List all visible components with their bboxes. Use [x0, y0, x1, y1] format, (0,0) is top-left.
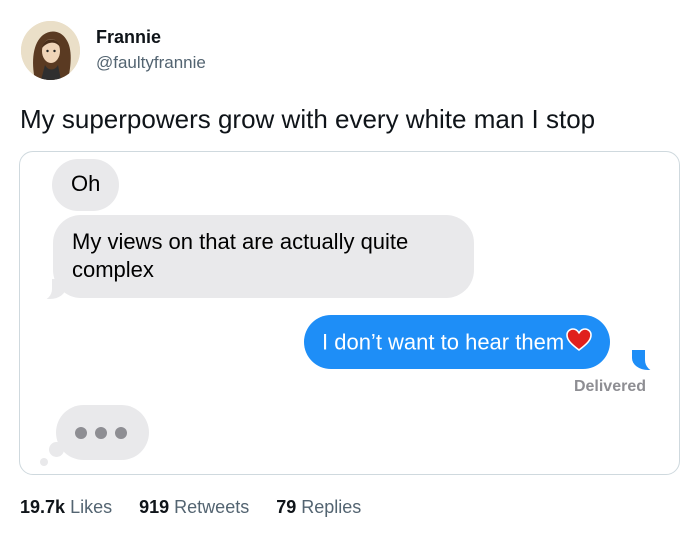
avatar-illustration: [21, 21, 80, 80]
likes-stat[interactable]: 19.7k Likes: [20, 497, 112, 518]
tweet-stats: 19.7k Likes 919 Retweets 79 Replies: [20, 497, 383, 518]
message-text: I don’t want to hear them: [322, 329, 565, 355]
typing-tail-dot: [49, 442, 64, 457]
display-name[interactable]: Frannie: [96, 27, 161, 48]
avatar[interactable]: [21, 21, 80, 80]
user-handle[interactable]: @faultyfrannie: [96, 53, 206, 73]
red-heart-icon: [566, 328, 592, 359]
replies-count: 79: [276, 497, 297, 517]
typing-dot-icon: [95, 427, 107, 439]
message-text: My views on that are actually quite comp…: [72, 229, 409, 282]
bubble-tail-mask: [645, 348, 663, 372]
retweets-count: 919: [139, 497, 170, 517]
received-message-1: Oh: [52, 159, 120, 211]
message-text: Oh: [71, 171, 101, 196]
likes-label: Likes: [70, 497, 113, 517]
replies-label: Replies: [301, 497, 362, 517]
typing-dot-icon: [75, 427, 87, 439]
sent-message: I don’t want to hear them: [304, 315, 611, 369]
received-message-2: My views on that are actually quite comp…: [53, 215, 474, 298]
replies-stat[interactable]: 79 Replies: [276, 497, 361, 518]
tweet-text: My superpowers grow with every white man…: [20, 104, 596, 134]
retweets-stat[interactable]: 919 Retweets: [139, 497, 249, 518]
retweets-label: Retweets: [174, 497, 250, 517]
likes-count: 19.7k: [20, 497, 66, 517]
delivered-status: Delivered: [573, 378, 646, 395]
typing-dot-icon: [115, 427, 127, 439]
message-screenshot-card[interactable]: Oh My views on that are actually quite c…: [19, 151, 680, 475]
typing-tail-dot: [40, 458, 48, 466]
